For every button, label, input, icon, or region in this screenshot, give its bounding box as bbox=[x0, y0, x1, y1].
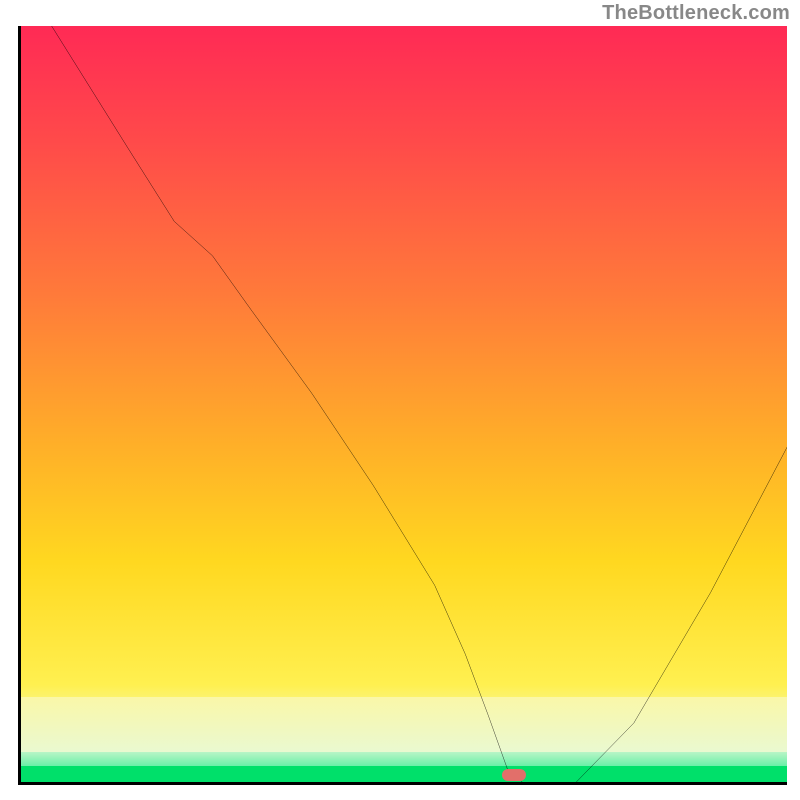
plot-area bbox=[18, 26, 787, 785]
watermark-text: TheBottleneck.com bbox=[602, 2, 790, 25]
bottleneck-marker bbox=[502, 769, 526, 781]
bottleneck-curve bbox=[21, 26, 787, 785]
chart-container: TheBottleneck.com bbox=[0, 0, 800, 800]
